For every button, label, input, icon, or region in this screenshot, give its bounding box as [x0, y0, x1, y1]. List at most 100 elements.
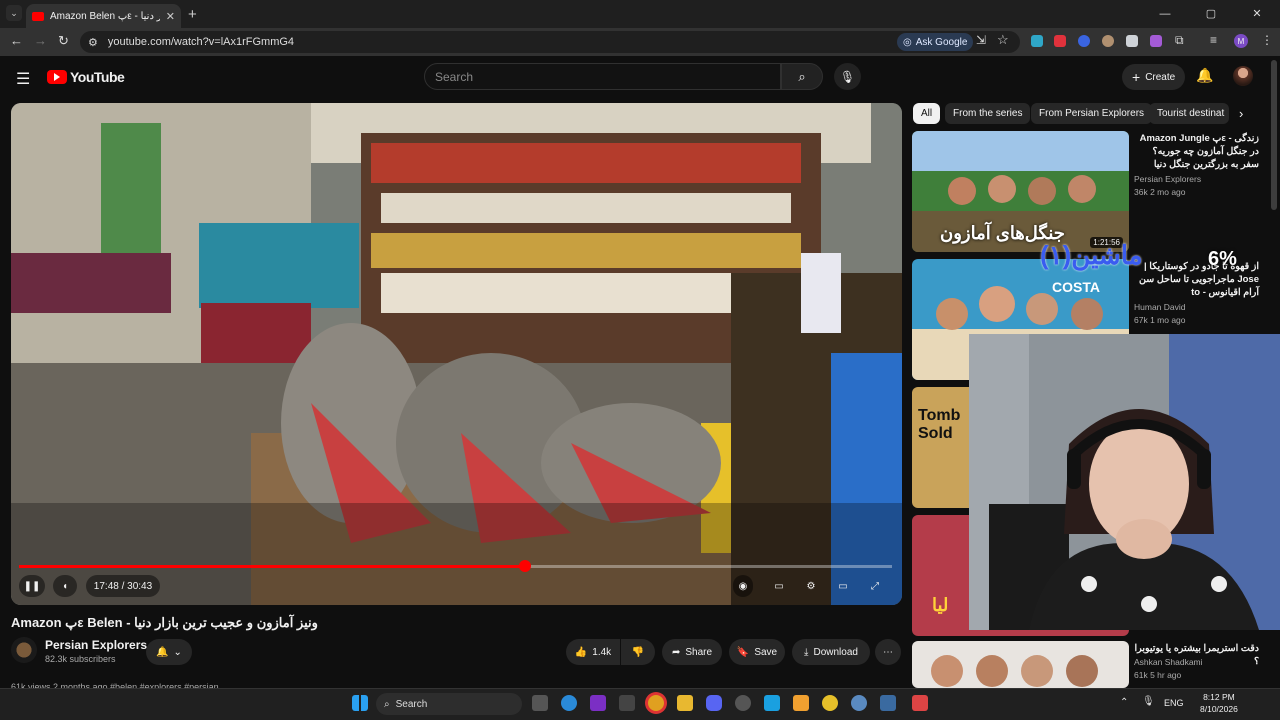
steam-icon[interactable]: [880, 695, 896, 711]
rec-thumbnail-5[interactable]: [912, 641, 1129, 688]
more-actions-button[interactable]: ⋯: [875, 639, 901, 665]
forward-button[interactable]: →: [34, 33, 47, 48]
theater-mode-icon[interactable]: ▭: [833, 575, 853, 597]
extension-3-icon[interactable]: [1078, 35, 1090, 47]
app-r-icon[interactable]: [590, 695, 606, 711]
close-tab-icon[interactable]: ✕: [166, 10, 175, 23]
site-info-icon[interactable]: ⚙: [88, 36, 98, 49]
create-button[interactable]: + Create: [1122, 64, 1186, 90]
browser-tab-active[interactable]: Amazon Belen پε - بازار دنیا ✕: [26, 4, 181, 28]
chips-next-chevron-icon[interactable]: ›: [1239, 106, 1243, 121]
tray-chevron-icon[interactable]: ⌃: [1120, 697, 1128, 708]
address-bar[interactable]: ⚙ youtube.com/watch?v=lAx1rFGmmG4: [80, 31, 1020, 53]
reload-button[interactable]: ↻: [58, 33, 69, 49]
search-button[interactable]: ⌕: [781, 63, 823, 90]
minimize-button[interactable]: —: [1142, 0, 1188, 28]
mute-button[interactable]: ◖: [53, 575, 77, 597]
url-text: youtube.com/watch?v=lAx1rFGmmG4: [107, 36, 295, 48]
page-scrollbar[interactable]: [1271, 60, 1277, 210]
reading-list-icon[interactable]: ≡: [1210, 33, 1217, 47]
tab-title: Amazon Belen پε - بازار دنیا: [50, 10, 160, 22]
rec-thumbnail-1[interactable]: جنگل‌های آمازون 1:21:56: [912, 131, 1129, 252]
stream-overlay-text: ماشین(۱): [1040, 240, 1143, 270]
channel-avatar[interactable]: [11, 637, 37, 663]
chip-from-channel[interactable]: From Persian Explorers: [1031, 103, 1153, 124]
tray-mic-icon[interactable]: 🎙: [1142, 696, 1155, 707]
windows-start-icon[interactable]: [352, 695, 368, 711]
ask-google-button[interactable]: ◎ Ask Google: [897, 33, 974, 51]
fullscreen-icon[interactable]: ⤢: [865, 575, 885, 597]
extension-1-icon[interactable]: [1031, 35, 1043, 47]
channel-name[interactable]: Persian Explorers: [45, 638, 147, 652]
webcam-image: [969, 334, 1280, 630]
shield-extension-icon[interactable]: [1126, 35, 1138, 47]
app-11-icon[interactable]: [822, 695, 838, 711]
tab-search-button[interactable]: ⌄: [6, 5, 22, 21]
install-app-icon[interactable]: ⇲: [976, 33, 986, 47]
rec-2-title[interactable]: از قهوه تا جادو در کوستاریکا | ماجراجویی…: [1134, 260, 1259, 299]
window-controls: — ▢ ✕: [1142, 0, 1280, 28]
browser-menu-icon[interactable]: ⋮: [1261, 33, 1273, 47]
notifications-bell-icon[interactable]: 🔔: [1196, 67, 1213, 84]
clock-time: 8:12 PM: [1203, 692, 1235, 702]
extension-2-icon[interactable]: [1054, 35, 1066, 47]
taskbar-search[interactable]: ⌕ Search: [376, 693, 522, 715]
video-frame: [11, 103, 902, 605]
bookmark-star-icon[interactable]: ☆: [997, 32, 1009, 48]
rec-5-channel[interactable]: Ashkan Shadkami: [1134, 657, 1203, 667]
discord-icon[interactable]: [706, 695, 722, 711]
app-10-icon[interactable]: [793, 695, 809, 711]
language-indicator[interactable]: ENG: [1164, 698, 1184, 708]
extension-4-icon[interactable]: [1102, 35, 1114, 47]
chevron-down-icon: ⌄: [173, 646, 182, 658]
task-view-icon[interactable]: [532, 695, 548, 711]
settings-gear-icon[interactable]: ⚙: [801, 575, 821, 597]
back-button[interactable]: ←: [10, 33, 23, 48]
chip-all[interactable]: All: [913, 103, 941, 124]
profile-avatar[interactable]: M: [1234, 34, 1248, 48]
google-lens-icon: ◎: [903, 36, 912, 48]
video-player[interactable]: [11, 103, 902, 605]
share-button[interactable]: ➦ Share: [662, 639, 722, 665]
webcam-overlay: [969, 334, 1280, 630]
like-button[interactable]: 👍 1.4k: [566, 639, 620, 665]
extension-6-icon[interactable]: [1150, 35, 1162, 47]
extensions-puzzle-icon[interactable]: ⧉: [1175, 33, 1184, 48]
youtube-logo[interactable]: YouTube: [47, 69, 125, 85]
account-avatar[interactable]: [1233, 66, 1253, 86]
app-14-icon[interactable]: [912, 695, 928, 711]
rec-thumb-5-image: [931, 655, 1098, 687]
like-count: 1.4k: [592, 646, 612, 658]
download-button[interactable]: ⤓ Download: [792, 639, 870, 665]
chrome-icon[interactable]: [648, 695, 664, 711]
file-explorer-icon[interactable]: [677, 695, 693, 711]
app-9-icon[interactable]: [764, 695, 780, 711]
browser-tab-strip: ⌄ Amazon Belen پε - بازار دنیا ✕ + — ▢ ✕: [0, 0, 1280, 28]
pause-button[interactable]: ❚❚: [19, 575, 45, 597]
app-obs-icon[interactable]: [619, 695, 635, 711]
subtitles-icon[interactable]: ▭: [769, 575, 789, 597]
search-input[interactable]: Search: [424, 63, 781, 90]
save-button[interactable]: 🔖 Save: [729, 639, 785, 665]
edge-icon[interactable]: [561, 695, 577, 711]
plus-icon: +: [1132, 69, 1141, 85]
subscribed-button[interactable]: 🔔 ⌄: [146, 639, 192, 665]
voice-search-button[interactable]: 🎙: [834, 63, 861, 90]
rec-1-title[interactable]: Amazon Jungle پε - زندگی در جنگل آمازون …: [1134, 132, 1259, 171]
dislike-button[interactable]: 👎: [621, 639, 655, 665]
progress-bar[interactable]: [19, 565, 892, 568]
maximize-button[interactable]: ▢: [1188, 0, 1234, 28]
autoplay-toggle[interactable]: ◉: [733, 575, 753, 597]
chip-tourist[interactable]: Tourist destinat: [1149, 103, 1229, 124]
app-12-icon[interactable]: [851, 695, 867, 711]
bell-icon: 🔔: [156, 646, 169, 658]
app-8-icon[interactable]: [735, 695, 751, 711]
chip-from-series[interactable]: From the series: [945, 103, 1031, 124]
rec-thumb-2-overlay: COSTA: [1052, 279, 1100, 295]
new-tab-button[interactable]: +: [188, 6, 197, 23]
rec-1-channel[interactable]: Persian Explorers: [1134, 174, 1201, 184]
close-window-button[interactable]: ✕: [1234, 0, 1280, 28]
rec-2-channel[interactable]: Human David: [1134, 302, 1186, 312]
taskbar-clock[interactable]: 8:12 PM 8/10/2026: [1200, 691, 1238, 715]
hamburger-menu-icon[interactable]: ☰: [16, 69, 30, 89]
